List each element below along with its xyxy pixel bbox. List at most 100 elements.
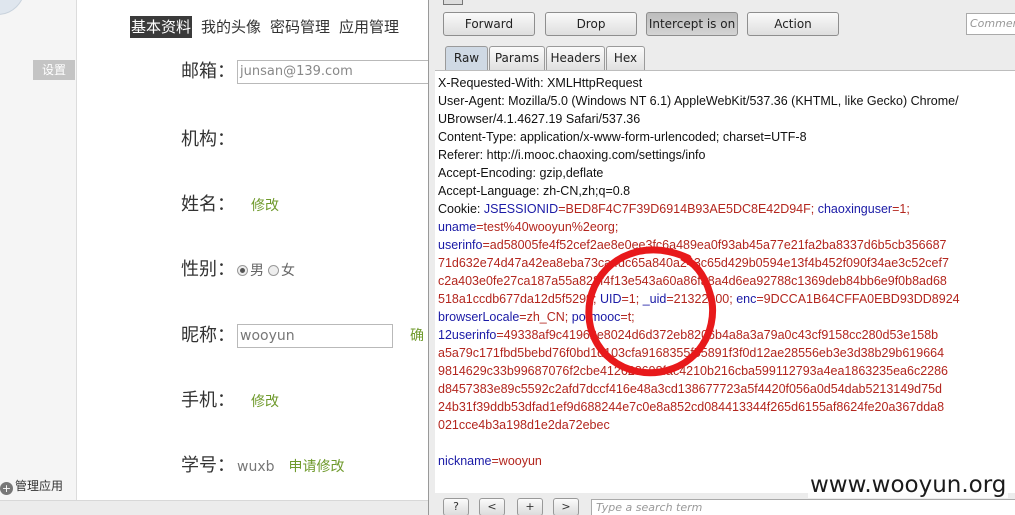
- cookie-value-line: 71d632e74d47a42ea8eba73ca4dc65a840a243c6…: [438, 256, 949, 270]
- cookie-value: =test%40wooyun%2eorg;: [476, 220, 619, 234]
- drop-button[interactable]: Drop: [545, 12, 637, 36]
- nickname-confirm-link[interactable]: 确: [410, 325, 424, 345]
- male-label: 男: [250, 263, 264, 279]
- cookie-value-line: 021cce4b3a198d1e2da72ebec: [438, 418, 610, 432]
- female-label: 女: [281, 263, 295, 279]
- name-row: 姓名： 修改: [181, 191, 279, 219]
- header-line: UBrowser/4.1.4627.19 Safari/537.36: [438, 112, 641, 126]
- cookie-value-line: c2a403e0fe27ca187a55a828f4f13e543a60a86f…: [438, 274, 947, 288]
- cookie-value-line: 9814629c33b99687076f2cbe412628698fac4210…: [438, 364, 948, 378]
- header-line: Content-Type: application/x-www-form-url…: [438, 130, 807, 144]
- tab-hex[interactable]: Hex: [606, 46, 645, 70]
- tab-raw[interactable]: Raw: [445, 46, 488, 70]
- previous-button[interactable]: <: [479, 498, 505, 515]
- add-button[interactable]: +: [517, 498, 543, 515]
- comment-field[interactable]: Comment: [966, 13, 1015, 35]
- tab-password[interactable]: 密码管理: [270, 18, 330, 36]
- raw-request-editor[interactable]: X-Requested-With: XMLHttpRequest User-Ag…: [435, 70, 1015, 493]
- header-line: Referer: http://i.mooc.chaoxing.com/sett…: [438, 148, 706, 162]
- cookie-line: 518a1ccdb677da12d5f5299; UID=1; _uid=213…: [438, 290, 1015, 308]
- cookie-line: uname=test%40wooyun%2eorg;: [438, 218, 1015, 236]
- name-label: 姓名：: [181, 194, 235, 215]
- burp-toolbar: Forward Drop Intercept is on Action Comm…: [429, 0, 1015, 42]
- next-button[interactable]: >: [553, 498, 579, 515]
- cookie-label: Cookie:: [438, 202, 484, 216]
- plus-circle-icon: +: [0, 482, 13, 495]
- param-value: =wooyun: [491, 454, 542, 468]
- header-line: User-Agent: Mozilla/5.0 (Windows NT 6.1)…: [438, 94, 959, 108]
- cookie-line: 12userinfo=49338af9c41962e8024d6d372eb82…: [438, 326, 1015, 344]
- collapse-button[interactable]: [443, 0, 463, 5]
- header-line: Accept-Language: zh-CN,zh;q=0.8: [438, 184, 631, 198]
- settings-button[interactable]: 设置: [33, 60, 75, 80]
- cookie-line: browserLocale=zh_CN; pormooc=t;: [438, 308, 1015, 326]
- search-bar: ? < + > Type a search term: [429, 495, 1015, 515]
- nickname-row: 昵称： wooyun: [181, 322, 393, 350]
- cookie-value: =t;: [620, 310, 635, 324]
- cookie-line: userinfo=ad58005fe4f52cef2ae8e0ee3fc6a48…: [438, 236, 1015, 254]
- cookie-value: =zh_CN;: [519, 310, 572, 324]
- cookie-value: 518a1ccdb677da12d5f5299;: [438, 292, 600, 306]
- tab-apps[interactable]: 应用管理: [339, 18, 399, 36]
- name-edit-link[interactable]: 修改: [251, 198, 279, 214]
- male-radio[interactable]: [237, 265, 248, 276]
- email-row: 邮箱： junsan@139.com: [181, 58, 437, 86]
- cookie-value: =ad58005fe4f52cef2ae8e0ee3fc6a489ea0f93a…: [482, 238, 947, 252]
- nickname-field[interactable]: wooyun: [237, 324, 393, 348]
- header-line: Accept-Encoding: gzip,deflate: [438, 166, 604, 180]
- left-sidebar: 设置 + 管理应用: [0, 0, 77, 500]
- cookie-key: JSESSIONID: [483, 202, 559, 216]
- internal-uid-key: _uid: [642, 292, 667, 306]
- gender-row: 性别： 男 女: [181, 256, 299, 284]
- page-bottom-strip: [0, 500, 434, 515]
- help-button[interactable]: ?: [443, 498, 469, 515]
- header-line: X-Requested-With: XMLHttpRequest: [438, 76, 643, 90]
- tab-avatar[interactable]: 我的头像: [201, 18, 261, 36]
- phone-edit-link[interactable]: 修改: [251, 394, 279, 410]
- nickname-label: 昵称：: [181, 325, 235, 346]
- profile-tabs: 基本资料 我的头像 密码管理 应用管理: [130, 14, 408, 40]
- cookie-key: enc: [736, 292, 757, 306]
- cookie-value: =9DCCA1B64CFFA0EBD93DD8924: [756, 292, 960, 306]
- tab-params[interactable]: Params: [489, 46, 545, 70]
- uid-value: =1;: [621, 292, 643, 306]
- intercept-toggle[interactable]: Intercept is on: [646, 12, 738, 36]
- uid-key: UID: [599, 292, 622, 306]
- cookie-value-line: 24b31f39ddb53dfad1ef9d688244e7c0e8a852cd…: [438, 400, 945, 414]
- cookie-key: browserLocale: [438, 310, 520, 324]
- org-row: 机构：: [181, 126, 241, 154]
- cookie-value: =1;: [892, 202, 910, 216]
- cookie-value: =49338af9c41962e8024d6d372eb8206b4a8a3a7…: [496, 328, 939, 342]
- cookie-key: userinfo: [438, 238, 483, 252]
- manage-apps-label: 管理应用: [15, 479, 64, 493]
- org-label: 机构：: [181, 129, 235, 150]
- search-input[interactable]: Type a search term: [591, 499, 1015, 515]
- gender-label: 性别：: [181, 259, 235, 280]
- cookie-key: chaoxinguser: [817, 202, 893, 216]
- burp-intercept-panel: Forward Drop Intercept is on Action Comm…: [428, 0, 1015, 515]
- email-label: 邮箱：: [181, 61, 235, 82]
- avatar[interactable]: [0, 0, 25, 15]
- cookie-key: uname: [438, 220, 477, 234]
- body-param-line: nickname=wooyun: [438, 452, 1015, 470]
- student-id-value: wuxb: [237, 459, 275, 475]
- student-id-row: 学号： wuxb 申请修改: [181, 452, 345, 480]
- watermark-text: www.wooyun.org: [808, 472, 1009, 498]
- student-id-apply-link[interactable]: 申请修改: [289, 459, 345, 475]
- cookie-value-line: a5a79c171fbd5bebd76f0bd1d103cfa9168355f5…: [438, 346, 945, 360]
- manage-apps-link[interactable]: + 管理应用: [0, 476, 80, 496]
- cookie-line: Cookie: JSESSIONID=BED8F4C7F39D6914B93AE…: [438, 200, 1015, 218]
- param-key: nickname: [438, 454, 492, 468]
- phone-label: 手机：: [181, 390, 235, 411]
- cookie-key: 12userinfo: [438, 328, 497, 342]
- internal-uid-value: =21322900;: [666, 292, 737, 306]
- forward-button[interactable]: Forward: [443, 12, 535, 36]
- phone-row: 手机： 修改: [181, 387, 279, 415]
- tab-basic-info[interactable]: 基本资料: [130, 16, 193, 38]
- cookie-value-line: d8457383e89c5592c2afd7dccf416e48a3cd1386…: [438, 382, 942, 396]
- tab-headers[interactable]: Headers: [546, 46, 605, 70]
- female-radio[interactable]: [268, 265, 279, 276]
- action-button[interactable]: Action: [747, 12, 839, 36]
- email-field[interactable]: junsan@139.com: [237, 60, 437, 84]
